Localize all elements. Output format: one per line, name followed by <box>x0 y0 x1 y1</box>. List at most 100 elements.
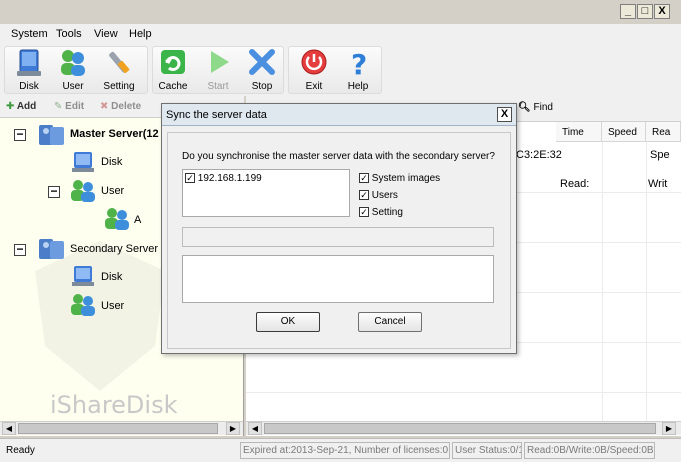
tree-master-server[interactable]: Master Server(12 <box>70 128 159 140</box>
ip-checkbox[interactable]: ✓ <box>185 173 195 184</box>
power-icon <box>301 49 327 75</box>
menu-help[interactable]: Help <box>129 28 152 40</box>
option-system-images[interactable]: ✓ System images <box>359 173 440 184</box>
disk-icon <box>72 152 94 172</box>
details-scroll-thumb[interactable] <box>264 423 656 434</box>
help-button[interactable]: ? Help <box>336 48 380 94</box>
column-header-speed[interactable]: Speed <box>602 122 646 142</box>
disk-button-label: Disk <box>19 81 39 92</box>
stop-button-label: Stop <box>251 81 273 92</box>
delete-label: Delete <box>111 101 142 112</box>
dialog-close-button[interactable]: X <box>497 107 512 122</box>
grid-line <box>246 392 681 393</box>
grid-line <box>646 142 647 422</box>
master-expander[interactable]: − <box>14 128 26 141</box>
scroll-left-arrow-icon[interactable]: ◀ <box>248 422 262 435</box>
users-icon <box>71 294 95 316</box>
cancel-button[interactable]: Cancel <box>358 312 422 332</box>
menu-view[interactable]: View <box>94 28 118 40</box>
cache-button-label: Cache <box>158 81 188 92</box>
grid-line <box>602 142 603 422</box>
status-license: Expired at:2013-Sep-21, Number of licens… <box>240 442 450 459</box>
setting-button[interactable]: Setting <box>97 48 141 94</box>
disk-button[interactable]: Disk <box>7 48 51 94</box>
stop-x-icon <box>249 49 275 75</box>
system-images-checkbox[interactable]: ✓ <box>359 173 369 184</box>
dialog-title: Sync the server data <box>166 109 267 121</box>
sync-dialog: Sync the server data X Do you synchronis… <box>161 103 517 354</box>
refresh-icon <box>161 50 185 74</box>
setting-label: Setting <box>371 207 403 218</box>
stop-button[interactable]: Stop <box>240 48 284 94</box>
menu-system[interactable]: System <box>11 28 48 40</box>
disk-icon <box>17 49 41 76</box>
column-header-read[interactable]: Rea <box>646 122 681 142</box>
menu-bar: System Tools View Help <box>0 24 681 44</box>
menu-tools[interactable]: Tools <box>56 28 82 40</box>
search-icon: 🔍︎ <box>518 102 531 113</box>
cell-write: Writ <box>648 178 668 190</box>
scroll-right-arrow-icon[interactable]: ▶ <box>226 422 240 435</box>
cell-read: Read: <box>560 178 590 190</box>
cell-mac-address: C3:2E:32 <box>516 149 562 161</box>
user-button[interactable]: User <box>51 48 95 94</box>
users-label: Users <box>371 190 398 201</box>
setting-checkbox[interactable]: ✓ <box>359 207 369 218</box>
maximize-button[interactable]: □ <box>637 4 653 19</box>
disk-icon <box>72 266 94 286</box>
find-button[interactable]: 🔍︎ Find <box>518 102 553 113</box>
status-ready: Ready <box>6 445 35 456</box>
tree-secondary-server[interactable]: Secondary Server <box>70 243 158 255</box>
tree-secondary-disk[interactable]: Disk <box>101 271 122 283</box>
server-ip-list[interactable]: ✓ 192.168.1.199 <box>182 169 350 217</box>
user-expander[interactable]: − <box>48 185 60 198</box>
users-icon <box>105 208 129 230</box>
exit-button-label: Exit <box>305 81 323 92</box>
user-button-label: User <box>62 81 84 92</box>
scroll-left-arrow-icon[interactable]: ◀ <box>2 422 16 435</box>
delete-icon: ✖ <box>100 101 109 112</box>
play-icon <box>211 51 229 73</box>
option-setting[interactable]: ✓ Setting <box>359 207 403 218</box>
wrench-icon <box>109 51 130 74</box>
add-icon: ✚ <box>6 101 15 112</box>
tree-scroll-thumb[interactable] <box>18 423 218 434</box>
find-label: Find <box>533 102 553 113</box>
window-titlebar: _ □ X <box>0 0 681 24</box>
edit-button[interactable]: ✎ Edit <box>54 101 84 112</box>
option-users[interactable]: ✓ Users <box>359 190 398 201</box>
edit-icon: ✎ <box>54 101 63 112</box>
dialog-body: Do you synchronise the master server dat… <box>167 132 511 349</box>
column-header-time[interactable]: Time <box>556 122 602 142</box>
ip-list-item[interactable]: ✓ 192.168.1.199 <box>185 173 262 184</box>
sync-log-area <box>182 255 494 303</box>
tree-secondary-user[interactable]: User <box>101 300 124 312</box>
tree-master-user[interactable]: User <box>101 185 124 197</box>
delete-button[interactable]: ✖ Delete <box>100 101 141 112</box>
edit-label: Edit <box>65 101 85 112</box>
secondary-expander[interactable]: − <box>14 243 26 256</box>
users-icon <box>61 50 85 76</box>
tree-user-a[interactable]: A <box>134 214 141 226</box>
minimize-button[interactable]: _ <box>620 4 636 19</box>
status-bar: Ready Expired at:2013-Sep-21, Number of … <box>0 438 681 462</box>
ip-address: 192.168.1.199 <box>197 173 262 184</box>
close-button[interactable]: X <box>654 4 670 19</box>
start-button[interactable]: Start <box>196 48 240 94</box>
server-icon <box>39 239 64 259</box>
add-label: Add <box>16 101 37 112</box>
setting-button-label: Setting <box>103 81 135 92</box>
question-mark-icon: ? <box>351 48 367 78</box>
add-button[interactable]: ✚ Add <box>6 101 36 112</box>
users-checkbox[interactable]: ✓ <box>359 190 369 201</box>
tree-master-disk[interactable]: Disk <box>101 156 122 168</box>
sync-progress-bar <box>182 227 494 247</box>
ok-button[interactable]: OK <box>256 312 320 332</box>
exit-button[interactable]: Exit <box>292 48 336 94</box>
details-horizontal-scrollbar[interactable]: ◀ ▶ <box>246 421 681 435</box>
tree-horizontal-scrollbar[interactable]: ◀ ▶ <box>0 421 243 435</box>
server-icon <box>39 125 64 145</box>
system-images-label: System images <box>371 173 441 184</box>
cache-button[interactable]: Cache <box>151 48 195 94</box>
scroll-right-arrow-icon[interactable]: ▶ <box>662 422 676 435</box>
